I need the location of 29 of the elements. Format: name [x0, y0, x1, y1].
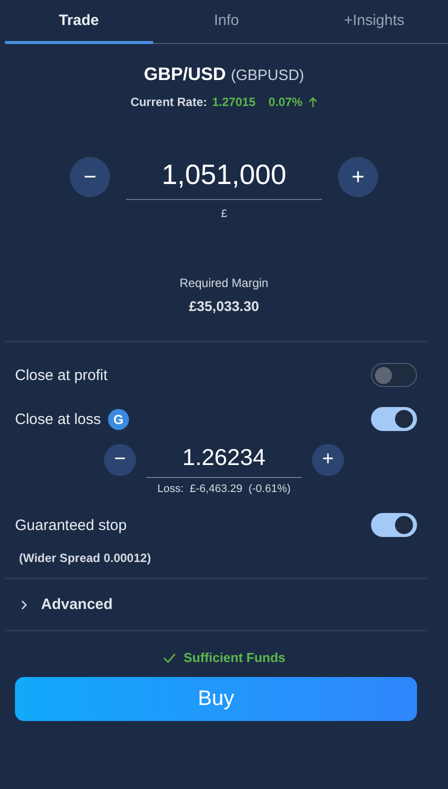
- amount-field[interactable]: 1,051,000: [126, 153, 322, 200]
- instrument-name: GBP/USD: [144, 64, 226, 85]
- chevron-icon[interactable]: [20, 598, 28, 610]
- margin-value: £35,033.30: [188, 298, 260, 314]
- increase-button[interactable]: +: [338, 156, 378, 196]
- tab[interactable]: Info: [152, 0, 300, 44]
- loss-estimate: Loss: £-6,463.29 (-0.61%): [156, 483, 292, 495]
- decrease-button[interactable]: −: [70, 156, 110, 196]
- margin-label: Required Margin: [178, 276, 270, 290]
- close-at-loss-label: Close at loss: [15, 410, 101, 428]
- currency-unit: £: [220, 208, 228, 220]
- advanced-toggle[interactable]: Advanced: [41, 596, 113, 613]
- instrument-symbol: (GBPUSD): [230, 67, 304, 84]
- rate-label: Current Rate:: [130, 95, 208, 109]
- decrease-button[interactable]: −: [104, 444, 136, 476]
- rate-value: 1.27015: [212, 95, 256, 109]
- toggle-switch[interactable]: [371, 513, 417, 537]
- increase-button[interactable]: +: [312, 444, 344, 476]
- rate-change: 0.07%: [268, 95, 303, 109]
- stop-rate-field[interactable]: 1.26234: [146, 441, 302, 478]
- toggle-switch[interactable]: [371, 363, 417, 387]
- toggle-switch[interactable]: [371, 407, 417, 431]
- funds-status: Sufficient Funds: [184, 650, 286, 665]
- guaranteed-badge: G: [108, 408, 129, 430]
- tab[interactable]: +Insights: [300, 0, 448, 44]
- spread-note: (Wider Spread 0.00012): [18, 551, 152, 565]
- tab[interactable]: Trade: [5, 0, 153, 44]
- guaranteed-stop-label: Guaranteed stop: [15, 516, 127, 534]
- close-at-profit-label: Close at profit: [15, 366, 108, 384]
